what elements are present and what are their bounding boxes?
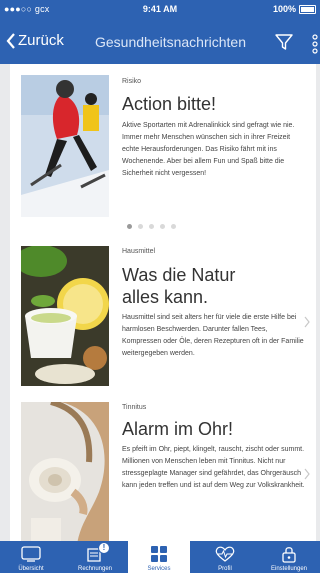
article-hausmittel[interactable]: Hausmittel Was die Natur alles kann. Hau… [10,236,316,396]
overview-icon [0,545,62,563]
services-icon [128,545,190,563]
tab-profile[interactable]: Profil [194,541,256,573]
article-image-shell [21,402,109,542]
notification-badge: ! [98,542,110,554]
tab-settings[interactable]: Einstellungen [258,541,320,573]
tab-services[interactable]: Services [128,541,190,573]
status-bar: ●●●○○ gcx 9:41 AM 100% [0,0,320,20]
carousel-dot[interactable] [171,224,176,229]
article-title: Was die Natur alles kann. [122,264,235,308]
news-card: Risiko Action bitte! Aktive Sportarten m… [10,64,316,542]
chevron-right-icon[interactable] [303,468,311,480]
page-title: Gesundheitsnachrichten [95,34,246,50]
tab-invoices[interactable]: ! Rechnungen [64,541,126,573]
tab-label: Services [147,566,171,572]
carousel-dot[interactable] [138,224,143,229]
article-title-line: alles kann. [122,287,209,307]
article-category: Risiko [122,78,142,85]
tab-bar: Übersicht ! Rechnungen Services Profil E… [0,541,320,573]
article-title: Alarm im Ohr! [122,418,233,440]
battery-icon [299,5,316,14]
chevron-right-icon[interactable] [303,316,311,328]
article-body: Aktive Sportarten mit Adrenalinkick sind… [122,122,295,177]
article-title-line: Action bitte! [122,94,217,114]
carousel-dot[interactable] [149,224,154,229]
article-category: Hausmittel [122,248,156,255]
article-image-skier [21,75,109,217]
article-body: Es pfeift im Ohr, piept, klingelt, rausc… [122,446,305,489]
article-title: Action bitte! [122,93,216,115]
article-body: Hausmittel sind seit alters her für viel… [122,314,304,357]
tab-label: Profil [218,566,232,572]
carousel-dots[interactable] [127,224,176,229]
article-title-line: Alarm im Ohr! [122,419,234,439]
tab-label: Rechnungen [77,566,113,572]
carousel-dot[interactable] [127,224,132,229]
article-title-line: Was die Natur [122,265,236,285]
tab-label: Übersicht [18,566,44,572]
article-risiko[interactable]: Risiko Action bitte! Aktive Sportarten m… [10,64,316,236]
battery-percent: 100% [272,4,296,14]
tab-label: Einstellungen [270,566,308,572]
tab-overview[interactable]: Übersicht [0,541,62,573]
navigation-bar: Zurück Gesundheitsnachrichten [0,20,320,64]
back-button[interactable]: Zurück [6,32,64,49]
invoices-icon [64,545,126,563]
more-icon[interactable] [309,34,320,54]
back-label: Zurück [18,32,64,49]
article-image-tea [21,246,109,386]
carousel-dot[interactable] [160,224,165,229]
filter-icon[interactable] [274,32,294,52]
article-category: Tinnitus [122,404,147,411]
heart-pulse-icon [194,545,256,563]
chevron-left-icon [6,32,15,49]
article-tinnitus[interactable]: Tinnitus Alarm im Ohr! Es pfeift im Ohr,… [10,396,316,542]
lock-icon [258,545,320,563]
